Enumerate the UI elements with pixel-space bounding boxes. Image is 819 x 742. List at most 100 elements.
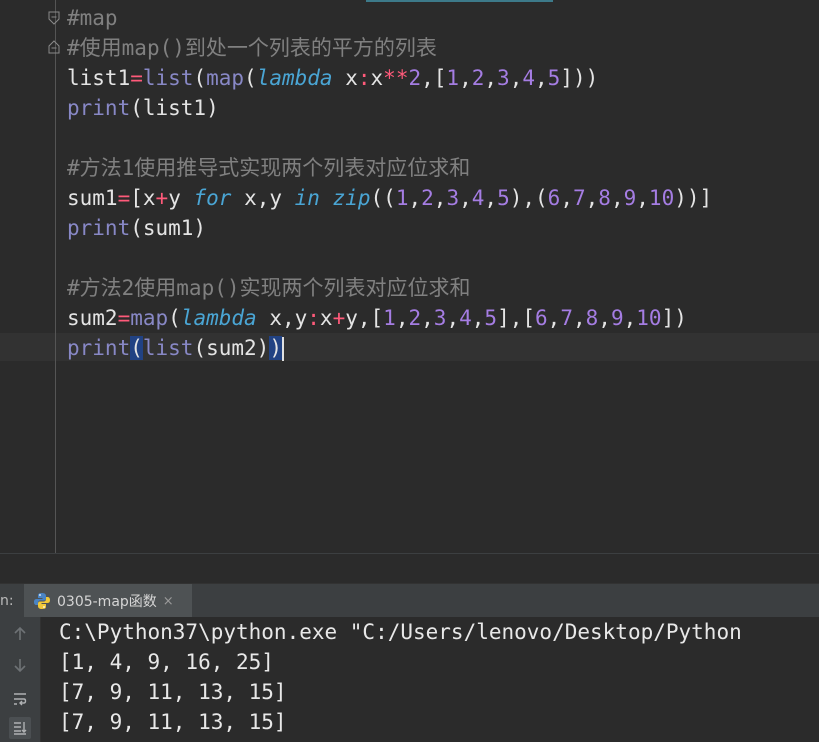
code-token: : <box>307 306 320 330</box>
code-token: x <box>370 66 384 90</box>
code-token: x <box>319 306 333 330</box>
down-arrow-icon[interactable] <box>9 654 31 676</box>
code-line[interactable]: #map <box>67 3 118 33</box>
code-token: x,y <box>231 186 295 210</box>
code-line[interactable]: sum1=[x+y for x,y in zip((1,2,3,4,5),(6,… <box>67 183 712 213</box>
code-token: : <box>357 66 371 90</box>
code-token: , <box>560 186 573 210</box>
code-token: , <box>623 306 637 330</box>
code-token: , <box>433 186 447 210</box>
code-token: ( <box>193 66 207 90</box>
code-token: , <box>484 66 498 90</box>
code-line[interactable]: #方法1使用推导式实现两个列表对应位求和 <box>67 153 470 183</box>
code-token: 9 <box>610 306 624 330</box>
code-token: , <box>610 186 624 210</box>
panel-splitter[interactable] <box>0 553 819 583</box>
code-token: 6 <box>547 186 561 210</box>
code-token: , <box>459 66 472 90</box>
code-token: 1 <box>383 306 396 330</box>
code-token: 5 <box>497 186 510 210</box>
code-token: 5 <box>484 306 498 330</box>
console-line: [1, 4, 9, 16, 25] <box>59 650 274 674</box>
code-token: x,y <box>256 306 308 330</box>
code-token: sum1 <box>67 186 118 210</box>
code-token: ( <box>244 66 257 90</box>
code-line[interactable]: #方法2使用map()实现两个列表对应位求和 <box>67 273 471 303</box>
code-token: + <box>155 186 169 210</box>
run-toolbar <box>0 617 41 742</box>
code-token: print <box>67 96 131 120</box>
fold-marker-icon[interactable] <box>47 11 61 25</box>
code-line[interactable]: sum2=map(lambda x,y:x+y,[1,2,3,4,5],[6,7… <box>67 303 687 333</box>
code-token: 2 <box>421 186 434 210</box>
code-token: 8 <box>598 186 611 210</box>
code-token: 2 <box>471 66 485 90</box>
code-token: ],[ <box>497 306 536 330</box>
code-line[interactable]: print(list(sum2)) <box>67 333 284 363</box>
code-token: 3 <box>497 66 510 90</box>
code-token: , <box>547 306 561 330</box>
code-token: ( <box>130 336 143 360</box>
code-token: 到处一个列表的平方的列表 <box>184 36 437 60</box>
run-tab[interactable]: 0305-map函数 × <box>24 584 192 618</box>
code-token: y,[ <box>345 306 384 330</box>
code-token: print <box>67 336 131 360</box>
text-caret <box>281 337 284 361</box>
code-token: map <box>130 306 169 330</box>
code-token: , <box>509 66 523 90</box>
code-token: [x <box>130 186 156 210</box>
code-token: list <box>142 66 194 90</box>
code-token: = <box>130 66 143 90</box>
code-token: (( <box>370 186 396 210</box>
divider <box>0 553 819 554</box>
up-arrow-icon[interactable] <box>9 623 31 645</box>
soft-wrap-icon[interactable] <box>9 688 31 710</box>
code-line[interactable]: list1=list(map(lambda x:x**2,[1,2,3,4,5]… <box>67 63 598 93</box>
code-token: #方法1使用推导式实现两个列表对应位求和 <box>67 156 471 180</box>
code-token: for <box>193 186 232 210</box>
code-token: 4 <box>471 186 485 210</box>
code-token: 2 <box>408 306 422 330</box>
code-token: 9 <box>623 186 637 210</box>
editor-tab-indicator <box>366 0 553 2</box>
code-token: #使用 <box>67 36 122 60</box>
code-token: lambda <box>180 306 257 330</box>
code-token: 5 <box>547 66 561 90</box>
code-token: ** <box>383 66 409 90</box>
console-line: C:\Python37\python.exe "C:/Users/lenovo/… <box>59 620 742 644</box>
code-token: , <box>484 186 498 210</box>
code-token: 1 <box>446 66 460 90</box>
code-token: , <box>408 186 422 210</box>
code-token: zip <box>332 186 371 210</box>
code-line[interactable]: print(list1) <box>67 93 219 123</box>
code-token: (sum2) <box>193 336 270 360</box>
code-token: = <box>117 186 131 210</box>
console-output[interactable]: C:\Python37\python.exe "C:/Users/lenovo/… <box>41 617 819 742</box>
run-window-label: n: <box>0 593 14 609</box>
code-token: #map <box>67 6 118 30</box>
code-token: , <box>471 306 485 330</box>
code-token: (list1) <box>130 96 219 120</box>
code-line[interactable]: #使用map()到处一个列表的平方的列表 <box>67 33 437 63</box>
fold-marker-icon[interactable] <box>47 40 61 54</box>
code-token: , <box>572 306 586 330</box>
code-line[interactable]: print(sum1) <box>67 213 206 243</box>
code-token: 1 <box>395 186 409 210</box>
code-token: y <box>168 186 194 210</box>
code-token: , <box>446 306 460 330</box>
console-line: [7, 9, 11, 13, 15] <box>59 680 287 704</box>
close-icon[interactable]: × <box>163 594 174 609</box>
code-token: 6 <box>535 306 548 330</box>
code-token: map <box>206 66 245 90</box>
code-token: x <box>332 66 358 90</box>
code-token: list <box>142 336 194 360</box>
code-token: 10 <box>636 306 662 330</box>
code-token: , <box>636 186 649 210</box>
scroll-to-end-icon[interactable] <box>9 717 31 739</box>
code-editor[interactable]: #map #使用map()到处一个列表的平方的列表 list1=list(map(l… <box>0 0 819 553</box>
code-token: list1 <box>67 66 131 90</box>
code-token: 3 <box>433 306 447 330</box>
code-token: ]) <box>661 306 687 330</box>
code-token: , <box>421 306 434 330</box>
